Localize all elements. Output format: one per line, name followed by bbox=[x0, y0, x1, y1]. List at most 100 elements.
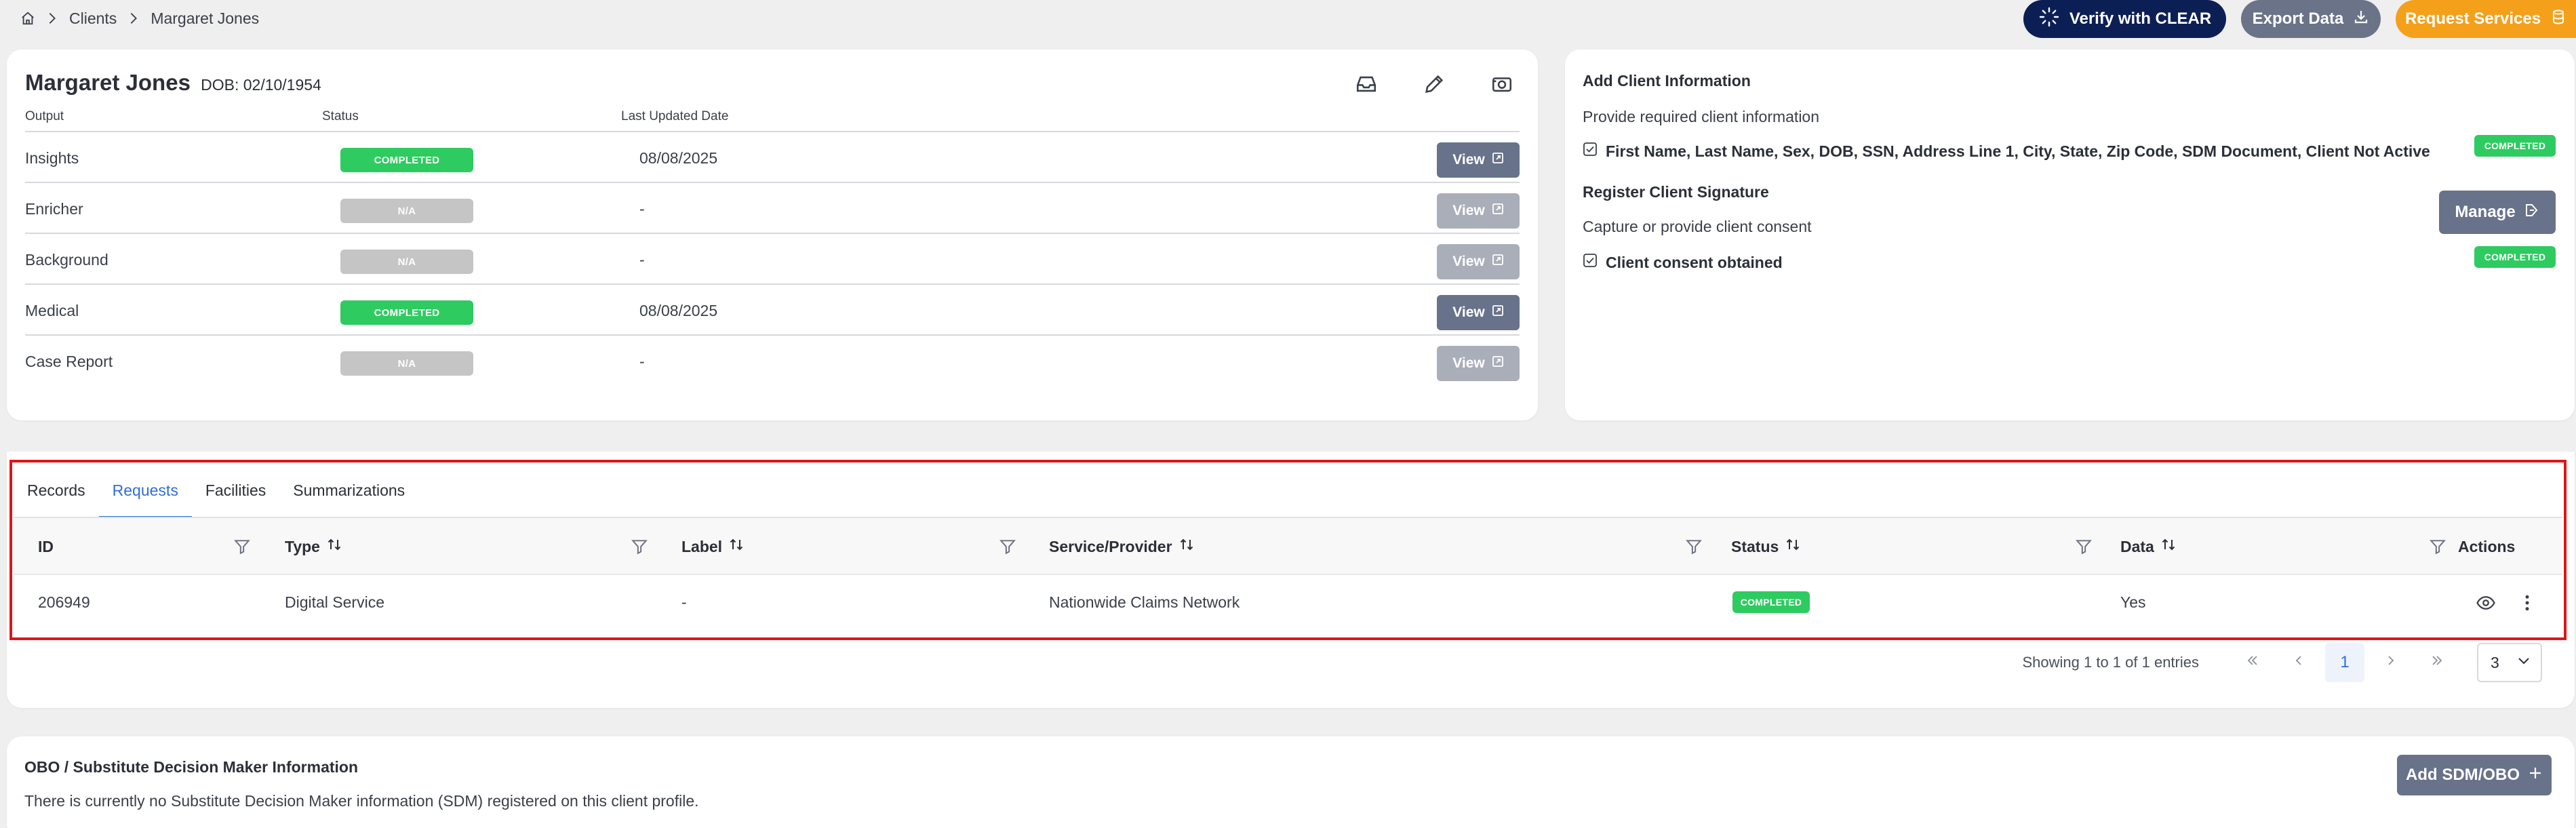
output-name: Background bbox=[25, 251, 108, 269]
status-badge: N/A bbox=[340, 351, 473, 376]
view-medical-button[interactable]: View bbox=[1437, 295, 1520, 330]
filter-icon[interactable] bbox=[2075, 537, 2093, 556]
sdm-title: OBO / Substitute Decision Maker Informat… bbox=[24, 758, 359, 776]
tab-requests[interactable]: Requests bbox=[98, 463, 193, 518]
required-fields-check: First Name, Last Name, Sex, DOB, SSN, Ad… bbox=[1583, 142, 2430, 161]
view-label: View bbox=[1452, 203, 1485, 218]
home-icon[interactable] bbox=[20, 11, 35, 26]
camera-icon[interactable] bbox=[1490, 73, 1513, 96]
output-name: Medical bbox=[25, 302, 79, 319]
plus-icon bbox=[2528, 766, 2543, 785]
add-sdm-obo-button[interactable]: Add SDM/OBO bbox=[2397, 755, 2552, 795]
sdm-card: OBO / Substitute Decision Maker Informat… bbox=[7, 736, 2575, 828]
client-name-heading: Margaret Jones DOB: 02/10/1954 bbox=[25, 70, 321, 96]
view-enricher-button[interactable]: View bbox=[1437, 193, 1520, 229]
consent-check: Client consent obtained bbox=[1583, 253, 1783, 272]
request-services-button[interactable]: Request Services bbox=[2396, 0, 2576, 38]
client-information-card: Add Client Information Provide required … bbox=[1565, 50, 2575, 420]
tab-facilities[interactable]: Facilities bbox=[192, 463, 279, 517]
filter-icon[interactable] bbox=[999, 537, 1016, 556]
next-page-button[interactable] bbox=[2371, 643, 2411, 682]
filter-icon[interactable] bbox=[1685, 537, 1703, 556]
status-badge: N/A bbox=[340, 250, 473, 274]
checkbox-checked-icon bbox=[1583, 253, 1598, 272]
external-link-icon bbox=[1492, 254, 1504, 270]
sdm-empty-message: There is currently no Substitute Decisio… bbox=[24, 792, 699, 810]
header-label: Label bbox=[681, 537, 723, 555]
last-updated-date: - bbox=[639, 353, 645, 370]
status-badge: COMPLETED bbox=[1732, 591, 1810, 613]
column-header-data[interactable]: Data bbox=[2120, 518, 2176, 575]
sort-icon bbox=[327, 537, 342, 556]
chevron-right-icon bbox=[2384, 653, 2398, 672]
tab-summarizations[interactable]: Summarizations bbox=[279, 463, 418, 517]
edit-icon[interactable] bbox=[1423, 73, 1446, 96]
output-row-case-report: Case Report N/A - View bbox=[25, 334, 1520, 385]
view-label: View bbox=[1452, 304, 1485, 320]
manage-signature-button[interactable]: Manage bbox=[2439, 191, 2556, 234]
download-icon bbox=[2353, 9, 2369, 30]
request-services-label: Request Services bbox=[2404, 9, 2541, 28]
verify-with-clear-button[interactable]: Verify with CLEAR bbox=[2023, 0, 2226, 38]
output-name: Case Report bbox=[25, 353, 113, 370]
filter-icon[interactable] bbox=[2429, 537, 2446, 556]
add-sdm-obo-label: Add SDM/OBO bbox=[2406, 766, 2520, 784]
export-data-button[interactable]: Export Data bbox=[2241, 0, 2381, 38]
column-header-service-provider[interactable]: Service/Provider bbox=[1049, 518, 1194, 575]
export-data-label: Export Data bbox=[2252, 9, 2344, 28]
inbox-icon[interactable] bbox=[1355, 73, 1378, 96]
first-page-button[interactable] bbox=[2233, 643, 2272, 682]
client-info-status-badge: COMPLETED bbox=[2474, 135, 2556, 157]
view-insights-button[interactable]: View bbox=[1437, 142, 1520, 178]
status-badge: N/A bbox=[340, 199, 473, 223]
page-size-select[interactable]: 3 bbox=[2477, 643, 2542, 682]
signature-status-badge: COMPLETED bbox=[2474, 246, 2556, 268]
last-updated-date: 08/08/2025 bbox=[639, 302, 718, 319]
header-label: Type bbox=[285, 537, 320, 555]
external-link-icon bbox=[1492, 355, 1504, 372]
status-badge: COMPLETED bbox=[340, 300, 473, 325]
view-case-report-button[interactable]: View bbox=[1437, 346, 1520, 381]
clear-logo-icon bbox=[2038, 6, 2060, 33]
column-header-last-updated: Last Updated Date bbox=[621, 109, 729, 123]
last-updated-date: 08/08/2025 bbox=[639, 149, 718, 167]
header-label: Data bbox=[2120, 537, 2154, 555]
sort-icon bbox=[1179, 537, 1194, 556]
tab-records[interactable]: Records bbox=[14, 463, 99, 517]
previous-page-button[interactable] bbox=[2279, 643, 2318, 682]
column-header-label[interactable]: Label bbox=[681, 518, 744, 575]
page-size-value: 3 bbox=[2491, 653, 2499, 671]
view-label: View bbox=[1452, 254, 1485, 269]
header-label: Actions bbox=[2458, 537, 2516, 555]
more-vertical-icon[interactable] bbox=[2517, 593, 2537, 613]
cell-type: Digital Service bbox=[285, 593, 384, 611]
column-header-status: Status bbox=[322, 109, 359, 123]
breadcrumb-clients-link[interactable]: Clients bbox=[69, 9, 117, 28]
external-link-icon bbox=[1492, 203, 1504, 219]
chevron-right-icon bbox=[47, 11, 57, 26]
view-background-button[interactable]: View bbox=[1437, 244, 1520, 279]
column-header-status[interactable]: Status bbox=[1731, 518, 1800, 575]
output-row-insights: Insights COMPLETED 08/08/2025 View bbox=[25, 131, 1520, 182]
client-outputs-card: Margaret Jones DOB: 02/10/1954 Output St… bbox=[7, 50, 1538, 420]
pagination-summary: Showing 1 to 1 of 1 entries bbox=[2022, 654, 2200, 671]
filter-icon[interactable] bbox=[631, 537, 648, 556]
chevrons-left-icon bbox=[2246, 653, 2259, 672]
page-number-button[interactable]: 1 bbox=[2325, 643, 2364, 682]
column-header-output: Output bbox=[25, 109, 64, 123]
eye-icon[interactable] bbox=[2476, 593, 2496, 613]
sign-in-icon bbox=[2524, 202, 2540, 223]
breadcrumb-current: Margaret Jones bbox=[151, 9, 260, 27]
client-dob: DOB: 02/10/1954 bbox=[201, 76, 321, 94]
last-page-button[interactable] bbox=[2417, 643, 2457, 682]
external-link-icon bbox=[1492, 152, 1504, 168]
chevrons-right-icon bbox=[2430, 653, 2444, 672]
view-label: View bbox=[1452, 152, 1485, 167]
top-bar: Clients Margaret Jones Verify with CLEAR… bbox=[0, 0, 2576, 38]
external-link-icon bbox=[1492, 304, 1504, 321]
view-label: View bbox=[1452, 355, 1485, 371]
table-row[interactable]: 206949 Digital Service - Nationwide Clai… bbox=[14, 575, 2562, 629]
column-header-type[interactable]: Type bbox=[285, 518, 342, 575]
filter-icon[interactable] bbox=[233, 537, 251, 556]
column-header-id[interactable]: ID bbox=[38, 518, 54, 575]
